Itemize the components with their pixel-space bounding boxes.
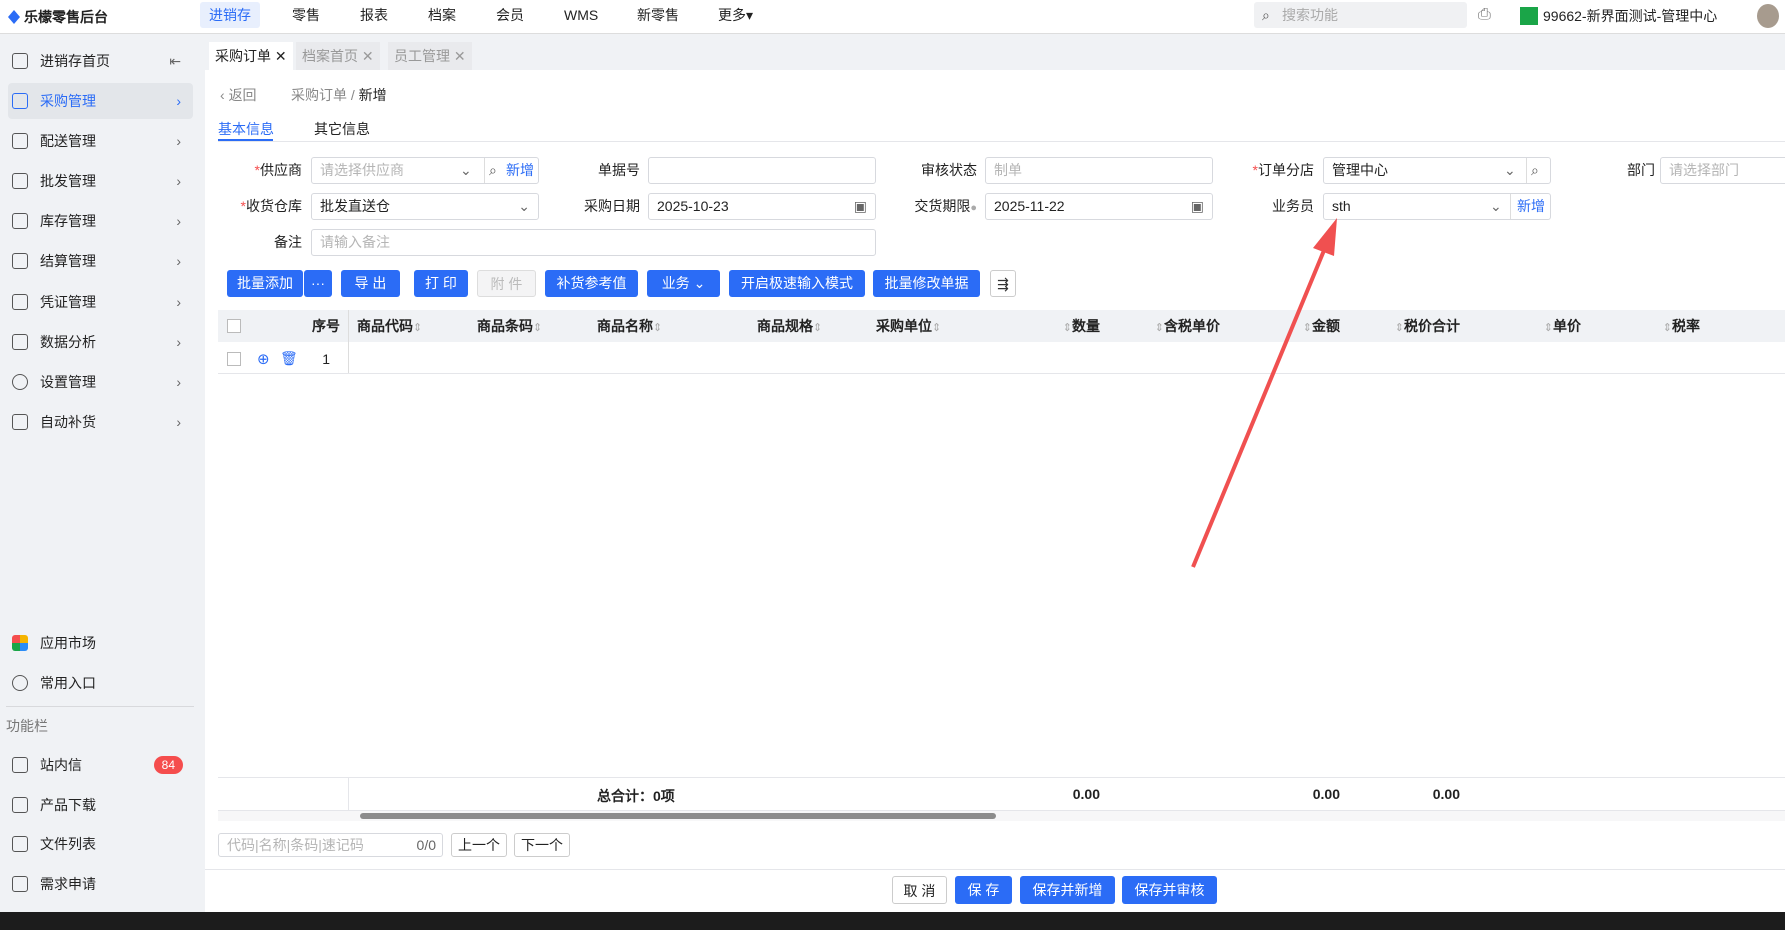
annotation-arrow	[1191, 218, 1337, 568]
os-taskbar	[0, 912, 1785, 930]
